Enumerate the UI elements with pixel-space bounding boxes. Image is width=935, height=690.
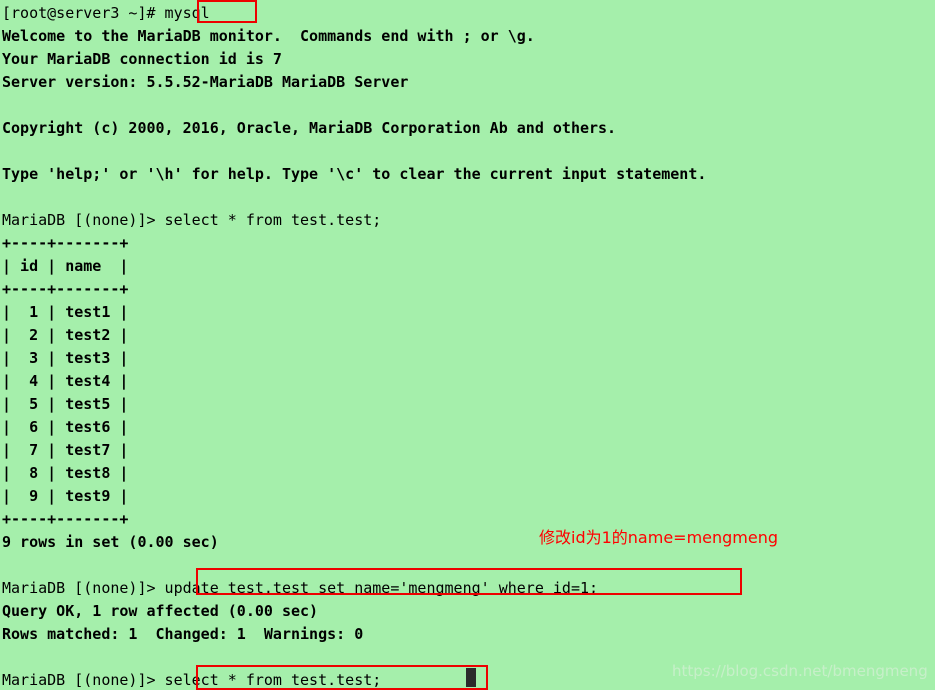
terminal-line: Query OK, 1 row affected (0.00 sec): [2, 602, 319, 620]
terminal-line: Your MariaDB connection id is 7: [2, 50, 282, 68]
terminal-line: | 8 | test8 |: [2, 464, 129, 482]
terminal-line: | 4 | test4 |: [2, 372, 129, 390]
terminal-window[interactable]: [root@server3 ~]# mysql Welcome to the Ma…: [0, 0, 935, 690]
blog-watermark: https://blog.csdn.net/bmengmeng: [672, 662, 928, 680]
terminal-line: MariaDB [(none)]> update test.test set n…: [2, 579, 599, 597]
text-cursor: [466, 668, 476, 687]
terminal-line: Server version: 5.5.52-MariaDB MariaDB S…: [2, 73, 409, 91]
terminal-line: | 3 | test3 |: [2, 349, 129, 367]
terminal-line: | 7 | test7 |: [2, 441, 129, 459]
terminal-line: [root@server3 ~]# mysql: [2, 4, 210, 22]
terminal-line: +----+-------+: [2, 510, 129, 528]
terminal-line: MariaDB [(none)]> select * from test.tes…: [2, 211, 382, 229]
terminal-line: | 1 | test1 |: [2, 303, 129, 321]
terminal-line: Type 'help;' or '\h' for help. Type '\c'…: [2, 165, 707, 183]
terminal-line: | 6 | test6 |: [2, 418, 129, 436]
terminal-line: Welcome to the MariaDB monitor. Commands…: [2, 27, 535, 45]
terminal-line: 9 rows in set (0.00 sec): [2, 533, 219, 551]
terminal-line: | 9 | test9 |: [2, 487, 129, 505]
terminal-line: MariaDB [(none)]> select * from test.tes…: [2, 671, 382, 689]
terminal-line: +----+-------+: [2, 280, 129, 298]
terminal-line: | 2 | test2 |: [2, 326, 129, 344]
annotation-note: 修改id为1的name=mengmeng: [539, 528, 779, 547]
terminal-line: Copyright (c) 2000, 2016, Oracle, MariaD…: [2, 119, 617, 137]
terminal-line: | 5 | test5 |: [2, 395, 129, 413]
terminal-line: Rows matched: 1 Changed: 1 Warnings: 0: [2, 625, 364, 643]
terminal-line: +----+-------+: [2, 234, 129, 252]
terminal-line: | id | name |: [2, 257, 129, 275]
